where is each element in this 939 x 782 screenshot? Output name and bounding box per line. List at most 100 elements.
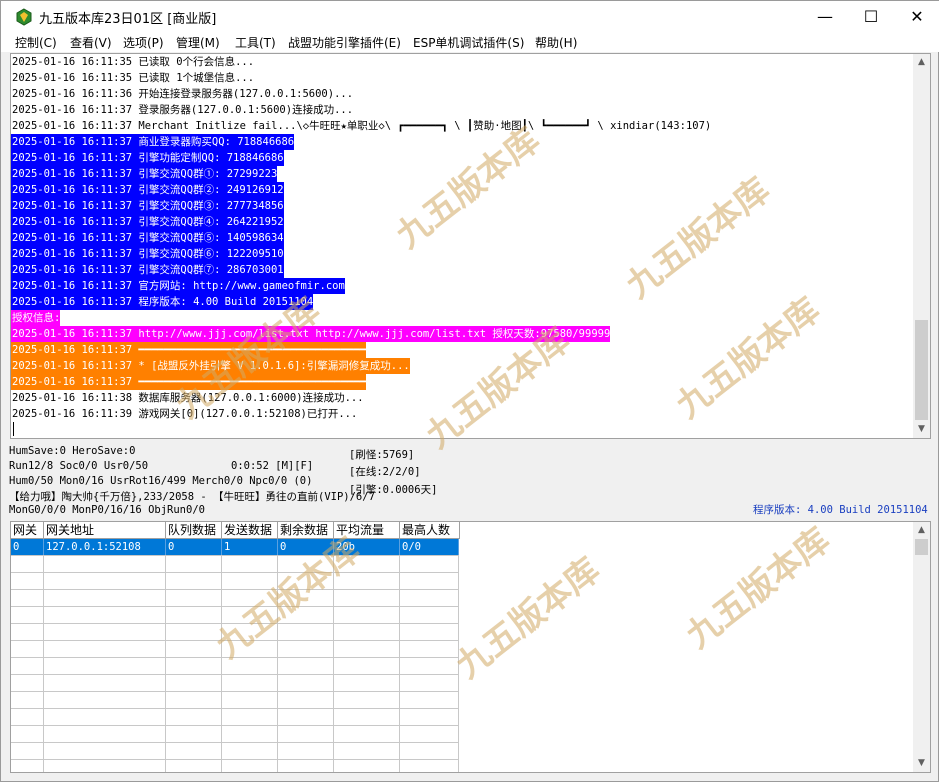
table-cell (11, 556, 44, 572)
log-line: 2025-01-16 16:11:36 开始连接登录服务器(127.0.0.1:… (12, 88, 354, 100)
table-cell (334, 658, 400, 674)
log-pane[interactable]: 2025-01-16 16:11:35 已读取 0个行会信息... 2025-01… (10, 53, 931, 439)
table-cell (334, 556, 400, 572)
log-line: 2025-01-16 16:11:37 登录服务器(127.0.0.1:5600… (12, 104, 354, 116)
table-cell (11, 607, 44, 623)
table-cell (334, 675, 400, 691)
table-cell (334, 590, 400, 606)
log-scrollbar[interactable]: ▲ ▼ (913, 54, 930, 438)
col-header-sent[interactable]: 发送数据 (222, 522, 278, 539)
col-header-gateway[interactable]: 网关 (11, 522, 44, 539)
table-cell (11, 760, 44, 772)
table-cell (334, 709, 400, 725)
table-cell (44, 692, 166, 708)
log-line: 2025-01-16 16:11:37 ━━━━━━━━━━━━━━━━━━━━… (11, 342, 367, 358)
menu-control[interactable]: 控制(C) (15, 34, 57, 51)
table-cell (44, 675, 166, 691)
table-row (11, 743, 459, 760)
close-button[interactable]: ✕ (894, 1, 939, 32)
table-cell (334, 624, 400, 640)
table-cell (44, 709, 166, 725)
table-cell (166, 658, 222, 674)
col-header-queue[interactable]: 队列数据 (166, 522, 222, 539)
table-row[interactable]: 0 127.0.0.1:52108 0 1 0 20b 0/0 (11, 539, 459, 556)
table-cell (334, 760, 400, 772)
scroll-down-icon[interactable]: ▼ (913, 421, 930, 438)
menu-tools[interactable]: 工具(T) (235, 34, 276, 51)
log-line: 2025-01-16 16:11:37 引擎交流QQ群⑦: 286703001 (11, 262, 284, 278)
log-line: 2025-01-16 16:11:37 ━━━━━━━━━━━━━━━━━━━━… (11, 374, 367, 390)
table-cell (44, 590, 166, 606)
table-cell (44, 607, 166, 623)
col-header-max-users[interactable]: 最高人数 (400, 522, 460, 539)
minimize-button[interactable]: — (802, 1, 848, 32)
table-scroll-thumb[interactable] (915, 539, 928, 555)
log-line: 2025-01-16 16:11:35 已读取 1个城堡信息... (12, 72, 255, 84)
menu-engine-plugin[interactable]: 战盟功能引擎插件(E) (288, 34, 401, 51)
table-cell (400, 590, 459, 606)
window-title: 九五版本库23日01区 [商业版] (39, 12, 217, 27)
table-cell (44, 573, 166, 589)
table-cell (222, 556, 278, 572)
table-row (11, 692, 459, 709)
table-scrollbar[interactable]: ▲ ▼ (913, 522, 930, 772)
log-line: 2025-01-16 16:11:39 游戏网关[0](127.0.0.1:52… (12, 408, 358, 420)
table-cell (222, 675, 278, 691)
table-cell (11, 726, 44, 742)
table-cell (166, 726, 222, 742)
table-cell (278, 692, 334, 708)
table-cell (166, 675, 222, 691)
table-row (11, 726, 459, 743)
table-cell (222, 573, 278, 589)
app-icon (16, 8, 32, 26)
table-row (11, 573, 459, 590)
table-cell (44, 726, 166, 742)
cell-queue: 0 (166, 539, 222, 555)
scroll-thumb[interactable] (915, 320, 928, 420)
status-time: 0:0:52 [M][F] (231, 460, 314, 472)
log-line: 2025-01-16 16:11:37 引擎交流QQ群⑥: 122209510 (11, 246, 284, 262)
table-cell (278, 709, 334, 725)
status-mon: MonG0/0/0 MonP0/16/16 ObjRun0/0 (9, 504, 205, 516)
log-line: 2025-01-16 16:11:37 * [战盟反外挂引擎 V 1.0.1.6… (11, 358, 410, 374)
menu-esp-debug-plugin[interactable]: ESP单机调试插件(S) (413, 34, 524, 51)
maximize-button[interactable]: ☐ (848, 1, 894, 32)
col-header-address[interactable]: 网关地址 (44, 522, 166, 539)
log-line: 2025-01-16 16:11:37 引擎交流QQ群①: 27299223 (11, 166, 278, 182)
table-cell (44, 556, 166, 572)
table-cell (278, 624, 334, 640)
menu-help[interactable]: 帮助(H) (535, 34, 577, 51)
menu-view[interactable]: 查看(V) (70, 34, 112, 51)
table-cell (334, 726, 400, 742)
menu-options[interactable]: 选项(P) (123, 34, 164, 51)
scroll-up-icon[interactable]: ▲ (913, 54, 930, 71)
table-row (11, 760, 459, 772)
table-cell (11, 624, 44, 640)
menu-manage[interactable]: 管理(M) (176, 34, 220, 51)
table-scroll-up-icon[interactable]: ▲ (913, 522, 930, 539)
table-cell (11, 709, 44, 725)
cell-sent: 1 (222, 539, 278, 555)
log-line: 2025-01-16 16:11:37 引擎交流QQ群④: 264221952 (11, 214, 284, 230)
table-cell (166, 556, 222, 572)
col-header-remain[interactable]: 剩余数据 (278, 522, 334, 539)
table-row (11, 641, 459, 658)
table-cell (166, 692, 222, 708)
table-cell (44, 743, 166, 759)
table-cell (222, 692, 278, 708)
table-cell (11, 573, 44, 589)
col-header-avg-traffic[interactable]: 平均流量 (334, 522, 400, 539)
table-row (11, 556, 459, 573)
table-cell (166, 607, 222, 623)
table-scroll-down-icon[interactable]: ▼ (913, 755, 930, 772)
table-cell (166, 641, 222, 657)
status-refresh: [刷怪:5769] (349, 449, 415, 461)
status-online: [在线:2/2/0] (349, 466, 421, 478)
cell-avg-traffic: 20b (334, 539, 400, 555)
table-cell (334, 641, 400, 657)
table-cell (278, 760, 334, 772)
table-cell (166, 760, 222, 772)
cell-remain: 0 (278, 539, 334, 555)
log-line: 2025-01-16 16:11:37 引擎交流QQ群②: 249126912 (11, 182, 284, 198)
table-cell (11, 743, 44, 759)
